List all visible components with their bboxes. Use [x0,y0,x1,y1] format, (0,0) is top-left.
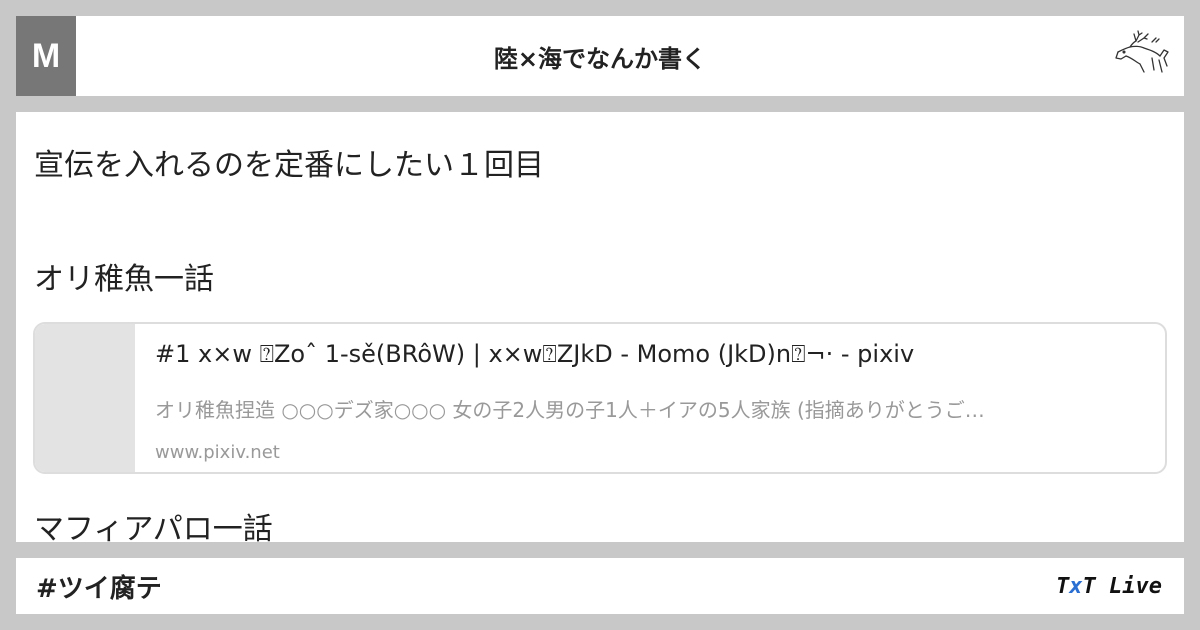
card-title[interactable]: #1 x×w ⍰Zoˆ 1-sě(BRôW) | x×w⍰ZJkD - Momo… [155,340,1155,368]
logo-t: T [1056,573,1070,599]
deer-sketch-icon [1115,30,1169,73]
footer-bar: #ツイ腐テ TxT Live [16,558,1184,614]
main-content: 宣伝を入れるのを定番にしたい１回目 オリ稚魚一話 #1 x×w ⍰Zoˆ 1-s… [16,112,1184,542]
content-heading-2: オリ稚魚一話 [34,262,214,297]
link-preview-card[interactable]: #1 x×w ⍰Zoˆ 1-sě(BRôW) | x×w⍰ZJkD - Momo… [33,322,1167,474]
avatar[interactable]: M [16,16,76,96]
card-domain: www.pixiv.net [155,442,280,463]
page-title: 陸×海でなんか書く [493,44,707,73]
avatar-letter: M [31,36,61,75]
card-thumbnail [35,324,135,472]
logo-x: x [1069,573,1083,599]
header-bar: M 陸×海でなんか書く [16,16,1184,96]
logo-t-live: T Live [1082,573,1162,599]
content-heading-1: 宣伝を入れるのを定番にしたい１回目 [34,148,544,183]
hashtag-link[interactable]: #ツイ腐テ [36,558,162,614]
txt-live-logo[interactable]: TxT Live [1056,558,1162,614]
content-heading-3: マフィアパロ一話 [34,512,273,542]
card-description: オリ稚魚捏造 ○○○デズ家○○○ 女の子2人男の子1人＋イアの5人家族 (指摘あ… [155,398,985,422]
